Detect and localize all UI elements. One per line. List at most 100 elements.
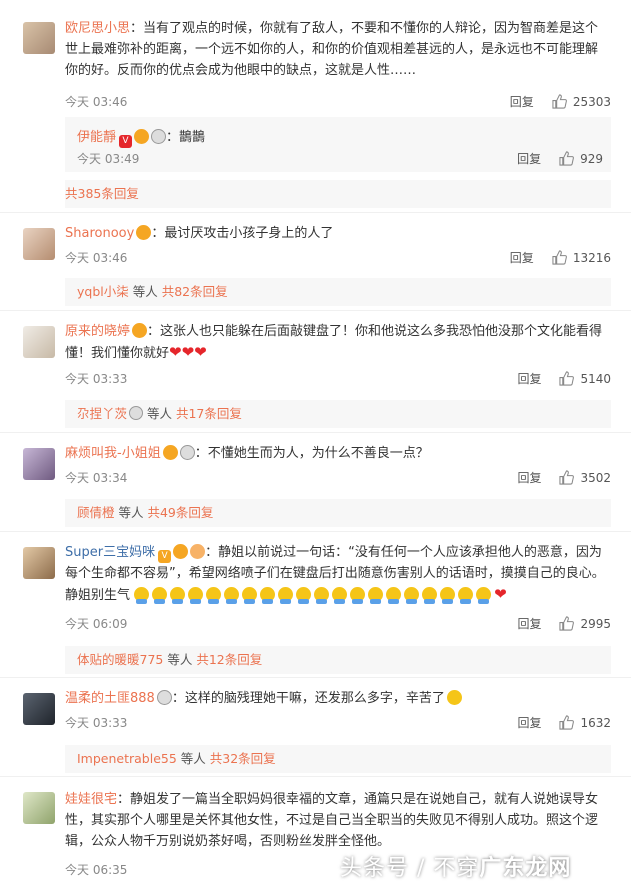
reply-button[interactable]: 回复 (517, 469, 541, 486)
comment-text: 最讨厌攻击小孩子身上的人了 (164, 226, 334, 241)
comment-username[interactable]: 温柔的土匪888 (65, 691, 155, 706)
comment-username[interactable]: Sharonooy (65, 226, 134, 241)
comment-time: 今天 03:34 (65, 471, 128, 485)
watermark: 头条号 / 不穿广东龙网 (340, 850, 630, 890)
avatar[interactable] (23, 326, 55, 358)
like-button[interactable]: 929 (559, 151, 603, 166)
like-button[interactable]: 3502 (559, 470, 611, 485)
comment-username[interactable]: 娃娃很宅 (65, 792, 117, 807)
panda-icon (179, 445, 195, 460)
emoji-icon (134, 129, 150, 144)
like-count: 1632 (580, 715, 611, 730)
thumbs-up-icon (559, 470, 575, 485)
comment-text-block: 欧尼思小思：当有了观点的时候，你就有了敌人，不要和不懂你的人辩论，因为智商差是这… (65, 21, 599, 78)
more-replies-link[interactable]: 尕捏丫茨 等人 共17条回复 (65, 400, 611, 428)
like-button[interactable]: 25303 (552, 94, 611, 109)
more-replies-count: 共49条回复 (147, 505, 214, 520)
divider (0, 432, 631, 433)
sub-reply-text: 鵲鵲 (179, 130, 206, 145)
like-button[interactable]: 13216 (552, 250, 611, 265)
comment-time: 今天 03:33 (65, 372, 128, 386)
more-replies-link[interactable]: 体贴的暖暖775 等人 共12条回复 (65, 646, 611, 674)
reply-button[interactable]: 回复 (517, 714, 541, 731)
like-button[interactable]: 2995 (559, 616, 611, 631)
reply-button[interactable]: 回复 (517, 370, 541, 387)
panda-icon (129, 406, 144, 420)
comment-text: 静姐发了一篇当全职妈妈很幸福的文章，通篇只是在说她自己，就有人说她误导女性，其实… (65, 792, 599, 849)
reply-button[interactable]: 回复 (510, 93, 534, 110)
sub-reply-time: 今天 03:49 (77, 152, 140, 166)
more-replies-users: 体贴的暖暖775 (77, 652, 164, 667)
comment-time: 今天 03:33 (65, 716, 128, 730)
like-count: 25303 (572, 94, 611, 109)
avatar[interactable] (23, 22, 55, 54)
more-replies-link[interactable]: Impenetrable55 等人 共32条回复 (65, 745, 611, 773)
comment-time: 今天 06:09 (65, 617, 128, 631)
reply-button[interactable]: 回复 (517, 615, 541, 632)
avatar[interactable] (23, 693, 55, 725)
panda-icon (151, 129, 167, 144)
divider (0, 310, 631, 311)
more-replies-users: 顾倩橙 (77, 505, 115, 520)
like-count: 13216 (572, 250, 611, 265)
heart-icon: ❤❤❤ (169, 343, 207, 361)
comment-username[interactable]: Super三宝妈咪 (65, 545, 155, 560)
divider (0, 677, 631, 678)
more-replies-count: 共32条回复 (209, 751, 276, 766)
like-button[interactable]: 5140 (559, 371, 611, 386)
reply-button[interactable]: 回复 (517, 150, 541, 167)
avatar[interactable] (23, 448, 55, 480)
avatar[interactable] (23, 792, 55, 824)
thumbs-up-icon (552, 94, 567, 109)
thumbs-up-icon (552, 250, 567, 265)
comment-username[interactable]: 麻烦叫我-小姐姐 (65, 446, 161, 461)
comment-text: 当有了观点的时候，你就有了敌人，不要和不懂你的人辩论，因为智商差是这个世上最难弥… (65, 21, 599, 78)
emoji-icon (136, 225, 152, 240)
thumbs-up-icon (559, 616, 575, 631)
avatar[interactable] (23, 547, 55, 579)
emoji-icon (173, 544, 189, 559)
like-count: 3502 (580, 470, 611, 485)
watermark-left: 头条号 / 不穿 (340, 856, 480, 881)
more-replies-link[interactable]: 顾倩橙 等人 共49条回复 (65, 499, 611, 527)
vip-badge-icon: V (119, 135, 133, 148)
like-button[interactable]: 1632 (559, 715, 611, 730)
thumbs-up-icon (559, 715, 575, 730)
emoji-icon (132, 323, 148, 338)
thumbs-up-icon (559, 151, 574, 166)
more-replies-count: 共82条回复 (161, 284, 228, 299)
more-replies-link[interactable]: yqbl小柒 等人 共82条回复 (65, 278, 611, 306)
more-replies-count: 共385条回复 (65, 186, 139, 201)
more-replies-mid: 等人 (176, 751, 210, 766)
comment-time: 今天 03:46 (65, 95, 128, 109)
more-replies-users: Impenetrable55 (77, 751, 177, 766)
more-replies-count: 共12条回复 (196, 652, 263, 667)
more-replies-mid: 等人 (163, 652, 197, 667)
smile-icon (446, 690, 462, 705)
like-count: 2995 (580, 616, 611, 631)
vip-badge-icon: V (158, 550, 172, 563)
more-replies-count: 共17条回复 (175, 406, 242, 421)
comment-time: 今天 06:35 (65, 863, 128, 877)
avatar[interactable] (23, 228, 55, 260)
thumbs-up-icon (559, 371, 575, 386)
like-count: 5140 (580, 371, 611, 386)
reply-button[interactable]: 回复 (510, 249, 534, 266)
comment-text: 不懂她生而为人，为什么不善良一点？ (207, 446, 429, 461)
divider (0, 531, 631, 532)
like-count: 929 (580, 151, 603, 166)
comment-username[interactable]: 原来的晓婷 (65, 324, 130, 339)
sub-reply-username[interactable]: 伊能靜 (77, 130, 116, 145)
emoji-icon (190, 544, 206, 559)
watermark-right: 广东龙网 (479, 856, 572, 881)
divider (0, 212, 631, 213)
comment-text: 这样的脑残理她干嘛，还发那么多字，辛苦了 (184, 691, 445, 706)
heart-icon: ❤ (494, 585, 507, 603)
more-replies-mid: 等人 (128, 284, 162, 299)
divider (0, 776, 631, 777)
more-replies-users: yqbl小柒 (77, 284, 129, 299)
comment-username[interactable]: 欧尼思小思 (65, 21, 130, 36)
comment-time: 今天 03:46 (65, 251, 128, 265)
more-replies-link[interactable]: 共385条回复 (65, 180, 611, 208)
emoji-icon (162, 445, 178, 460)
